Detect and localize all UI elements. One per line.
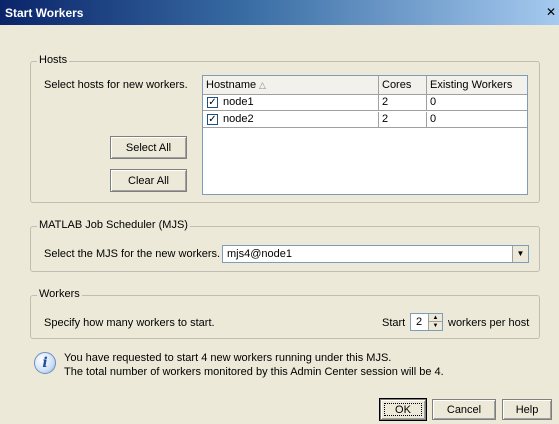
select-all-button[interactable]: Select All [110, 136, 187, 159]
cores-cell: 2 [379, 112, 427, 128]
table-row[interactable]: ✓ node2 2 0 [203, 112, 527, 128]
ok-button[interactable]: OK [379, 398, 427, 421]
mjs-group-label: MATLAB Job Scheduler (MJS) [37, 219, 190, 231]
clear-all-button[interactable]: Clear All [110, 169, 187, 192]
hosts-group-label: Hosts [37, 54, 70, 66]
help-button[interactable]: Help [502, 399, 552, 420]
decrement-icon[interactable]: ▼ [429, 322, 442, 330]
existing-workers-cell: 0 [430, 96, 437, 108]
hostname-value: node2 [223, 113, 254, 125]
chevron-down-icon[interactable]: ▼ [512, 246, 528, 262]
info-line-1: You have requested to start 4 new worker… [64, 352, 392, 364]
cancel-button[interactable]: Cancel [432, 399, 496, 420]
hostname-cell: ✓ node1 [203, 95, 379, 111]
workers-per-host-stepper[interactable]: 2 ▲ ▼ [410, 313, 443, 331]
title-bar: Start Workers ✕ [0, 0, 559, 25]
hosts-table: Hostname △ Cores Existing Workers ✓ node… [202, 75, 528, 195]
start-label: Start [382, 317, 406, 329]
mjs-instruction: Select the MJS for the new workers. [44, 248, 221, 260]
cores-cell: 2 [379, 95, 427, 111]
column-header-hostname[interactable]: Hostname △ [203, 76, 379, 95]
column-header-hostname-label: Hostname [206, 79, 257, 91]
sort-ascending-icon: △ [259, 80, 266, 90]
hosts-instruction: Select hosts for new workers. [44, 79, 188, 91]
host-checkbox[interactable]: ✓ [207, 114, 218, 125]
ok-button-label: OK [395, 403, 411, 416]
close-icon[interactable]: ✕ [543, 4, 559, 20]
info-line-2: The total number of workers monitored by… [64, 366, 444, 378]
stepper-buttons: ▲ ▼ [428, 314, 442, 330]
existing-workers-cell: 0 [430, 113, 437, 125]
hosts-table-header: Hostname △ Cores Existing Workers [203, 76, 527, 95]
workers-count-value: 2 [416, 316, 423, 328]
mjs-select[interactable]: mjs4@node1 ▼ [222, 245, 529, 263]
per-host-label: workers per host [448, 317, 530, 329]
table-row[interactable]: ✓ node1 2 0 [203, 95, 527, 111]
workers-group-label: Workers [37, 288, 82, 300]
window-title: Start Workers [5, 6, 84, 20]
column-header-existing-workers[interactable]: Existing Workers [427, 76, 527, 95]
host-checkbox[interactable]: ✓ [207, 97, 218, 108]
workers-instruction: Specify how many workers to start. [44, 317, 215, 329]
column-header-cores[interactable]: Cores [379, 76, 427, 95]
mjs-selected-value: mjs4@node1 [227, 248, 292, 260]
hostname-cell: ✓ node2 [203, 112, 379, 128]
info-icon: i [34, 352, 56, 374]
increment-icon[interactable]: ▲ [429, 314, 442, 322]
hostname-value: node1 [223, 96, 254, 108]
